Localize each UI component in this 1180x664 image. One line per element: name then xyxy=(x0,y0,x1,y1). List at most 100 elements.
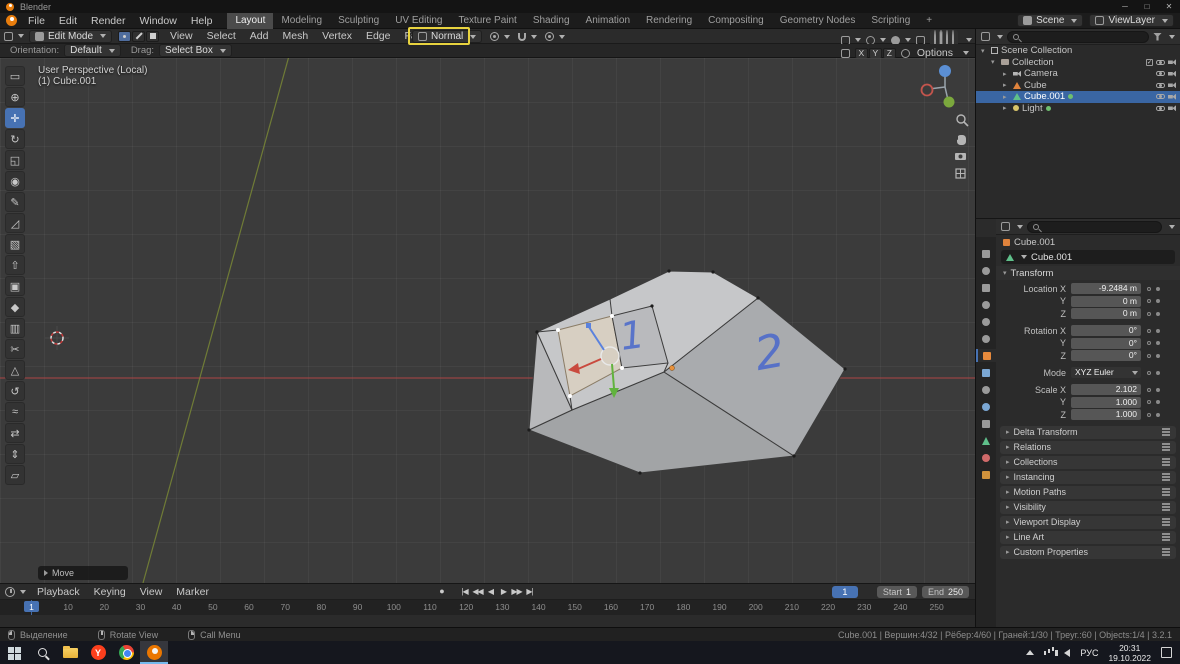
animate-dot-icon[interactable] xyxy=(1156,299,1160,303)
animate-dot-icon[interactable] xyxy=(1156,412,1160,417)
scene-selector[interactable]: Scene xyxy=(1017,14,1084,27)
maximize-button[interactable]: □ xyxy=(1136,0,1158,13)
tool-button[interactable]: ⇕ xyxy=(5,444,25,464)
tool-button[interactable]: ▧ xyxy=(5,234,25,254)
properties-tab[interactable] xyxy=(976,366,996,379)
render-visibility-icon[interactable] xyxy=(1168,82,1176,89)
vertex-select-button[interactable] xyxy=(118,30,132,42)
menu-item[interactable]: Help xyxy=(184,13,220,29)
section-header[interactable]: ▸ Motion Paths xyxy=(1000,485,1176,499)
checkbox-icon[interactable]: ✓ xyxy=(1146,58,1153,66)
decorator-icon[interactable] xyxy=(1147,387,1151,392)
mirror-axis-button[interactable]: Z xyxy=(882,47,896,59)
workspace-tab[interactable]: UV Editing xyxy=(387,13,450,29)
tool-button[interactable]: ⇄ xyxy=(5,423,25,443)
workspace-tab[interactable]: Texture Paint xyxy=(450,13,524,29)
outliner-row[interactable]: ▾ Collection ✓ xyxy=(976,57,1180,69)
outliner-row[interactable]: ▸ Cube ✓ xyxy=(976,80,1180,92)
outliner-row[interactable]: ▸ Light ✓ xyxy=(976,103,1180,115)
chevron-down-icon[interactable] xyxy=(1169,224,1175,229)
blender-menu-icon[interactable] xyxy=(6,15,17,26)
tray-expand-icon[interactable] xyxy=(1025,650,1034,655)
clock[interactable]: 20:31 19.10.2022 xyxy=(1108,643,1151,663)
yandex-browser-button[interactable]: Y xyxy=(84,641,112,664)
properties-tab[interactable] xyxy=(976,332,996,345)
editor-type-icon[interactable] xyxy=(1001,222,1010,231)
property-value-field[interactable]: 0 m xyxy=(1071,308,1141,319)
tool-button[interactable]: ⇧ xyxy=(5,255,25,275)
menu-item[interactable]: File xyxy=(21,13,52,29)
tool-button[interactable]: ◿ xyxy=(5,213,25,233)
search-input[interactable] xyxy=(1023,31,1143,42)
properties-tab[interactable] xyxy=(976,247,996,260)
property-value-field[interactable]: 0 m xyxy=(1071,295,1141,307)
orientation-dropdown[interactable]: Default xyxy=(64,44,121,57)
property-value-field[interactable]: XYZ Euler xyxy=(1071,367,1141,378)
filter-icon[interactable] xyxy=(1153,32,1162,41)
section-menu-icon[interactable] xyxy=(1162,488,1170,490)
animate-dot-icon[interactable] xyxy=(1156,341,1160,345)
workspace-tab[interactable]: Rendering xyxy=(638,13,700,29)
section-menu-icon[interactable] xyxy=(1162,533,1170,535)
decorator-icon[interactable] xyxy=(1147,328,1151,333)
properties-tab[interactable] xyxy=(976,349,996,362)
workspace-tab[interactable]: Modeling xyxy=(273,13,330,29)
tool-button[interactable]: ✂ xyxy=(5,339,25,359)
playhead-badge[interactable]: 1 xyxy=(24,601,39,612)
properties-tab[interactable] xyxy=(976,400,996,413)
search-input[interactable] xyxy=(1043,221,1156,232)
decorator-icon[interactable] xyxy=(1147,299,1151,303)
workspace-tab[interactable]: + xyxy=(918,13,940,29)
object-name-field[interactable]: Cube.001 xyxy=(1001,250,1175,264)
snapping-button[interactable] xyxy=(518,32,538,41)
decorator-icon[interactable] xyxy=(1147,412,1151,417)
camera-view-button[interactable] xyxy=(955,153,966,160)
expand-icon[interactable]: ▸ xyxy=(1003,81,1010,89)
workspace-tab[interactable]: Scripting xyxy=(863,13,918,29)
section-menu-icon[interactable] xyxy=(1162,473,1170,475)
pan-hand-button[interactable] xyxy=(956,135,966,145)
start-frame-field[interactable]: Start 1 xyxy=(876,586,917,598)
pivot-point-button[interactable] xyxy=(490,32,511,41)
tool-button[interactable]: ↻ xyxy=(5,129,25,149)
render-visibility-icon[interactable] xyxy=(1168,93,1176,100)
animate-dot-icon[interactable] xyxy=(1156,286,1160,291)
section-header[interactable]: ▸ Collections xyxy=(1000,455,1176,469)
blender-taskbar-button[interactable] xyxy=(140,641,168,664)
editor-type-button[interactable] xyxy=(5,586,26,597)
network-icon[interactable] xyxy=(1043,650,1047,655)
eye-icon[interactable] xyxy=(1156,71,1165,77)
start-button[interactable] xyxy=(0,641,28,664)
tool-button[interactable]: △ xyxy=(5,360,25,380)
tool-button[interactable]: ◆ xyxy=(5,297,25,317)
property-value-field[interactable]: 2.102 xyxy=(1071,384,1141,395)
property-value-field[interactable]: 0° xyxy=(1071,325,1141,336)
volume-icon[interactable] xyxy=(1055,648,1071,657)
eye-icon[interactable] xyxy=(1156,82,1165,88)
expand-icon[interactable]: ▸ xyxy=(1003,93,1010,101)
section-menu-icon[interactable] xyxy=(1162,518,1170,520)
section-header[interactable]: ▸ Visibility xyxy=(1000,500,1176,514)
chevron-down-icon[interactable] xyxy=(1169,34,1175,39)
decorator-icon[interactable] xyxy=(1147,353,1151,358)
transport-button[interactable]: ▶▶ xyxy=(510,587,523,596)
eye-icon[interactable] xyxy=(1156,105,1165,111)
tool-button[interactable]: ⊕ xyxy=(5,87,25,107)
gizmo-z-handle[interactable] xyxy=(586,323,591,328)
menu-item[interactable]: Edge xyxy=(359,28,398,44)
action-center-icon[interactable] xyxy=(1161,647,1172,658)
property-value-field[interactable]: 1.000 xyxy=(1071,409,1141,420)
menu-item[interactable]: View xyxy=(133,584,170,600)
menu-item[interactable]: Marker xyxy=(169,584,216,600)
editor-type-icon[interactable] xyxy=(981,32,990,41)
navigation-gizmo[interactable] xyxy=(920,65,955,108)
view-layer-selector[interactable]: ViewLayer xyxy=(1089,14,1174,27)
outliner-row[interactable]: ▸ Cube.001 ✓ xyxy=(976,91,1180,103)
mirror-axis-button[interactable]: X xyxy=(854,47,868,59)
animate-dot-icon[interactable] xyxy=(1156,353,1160,358)
properties-tab[interactable] xyxy=(976,298,996,311)
transport-button[interactable]: ◀◀ xyxy=(471,587,484,596)
menu-item[interactable]: Add xyxy=(243,28,276,44)
decorator-icon[interactable] xyxy=(1147,341,1151,345)
expand-icon[interactable]: ▾ xyxy=(991,58,998,66)
